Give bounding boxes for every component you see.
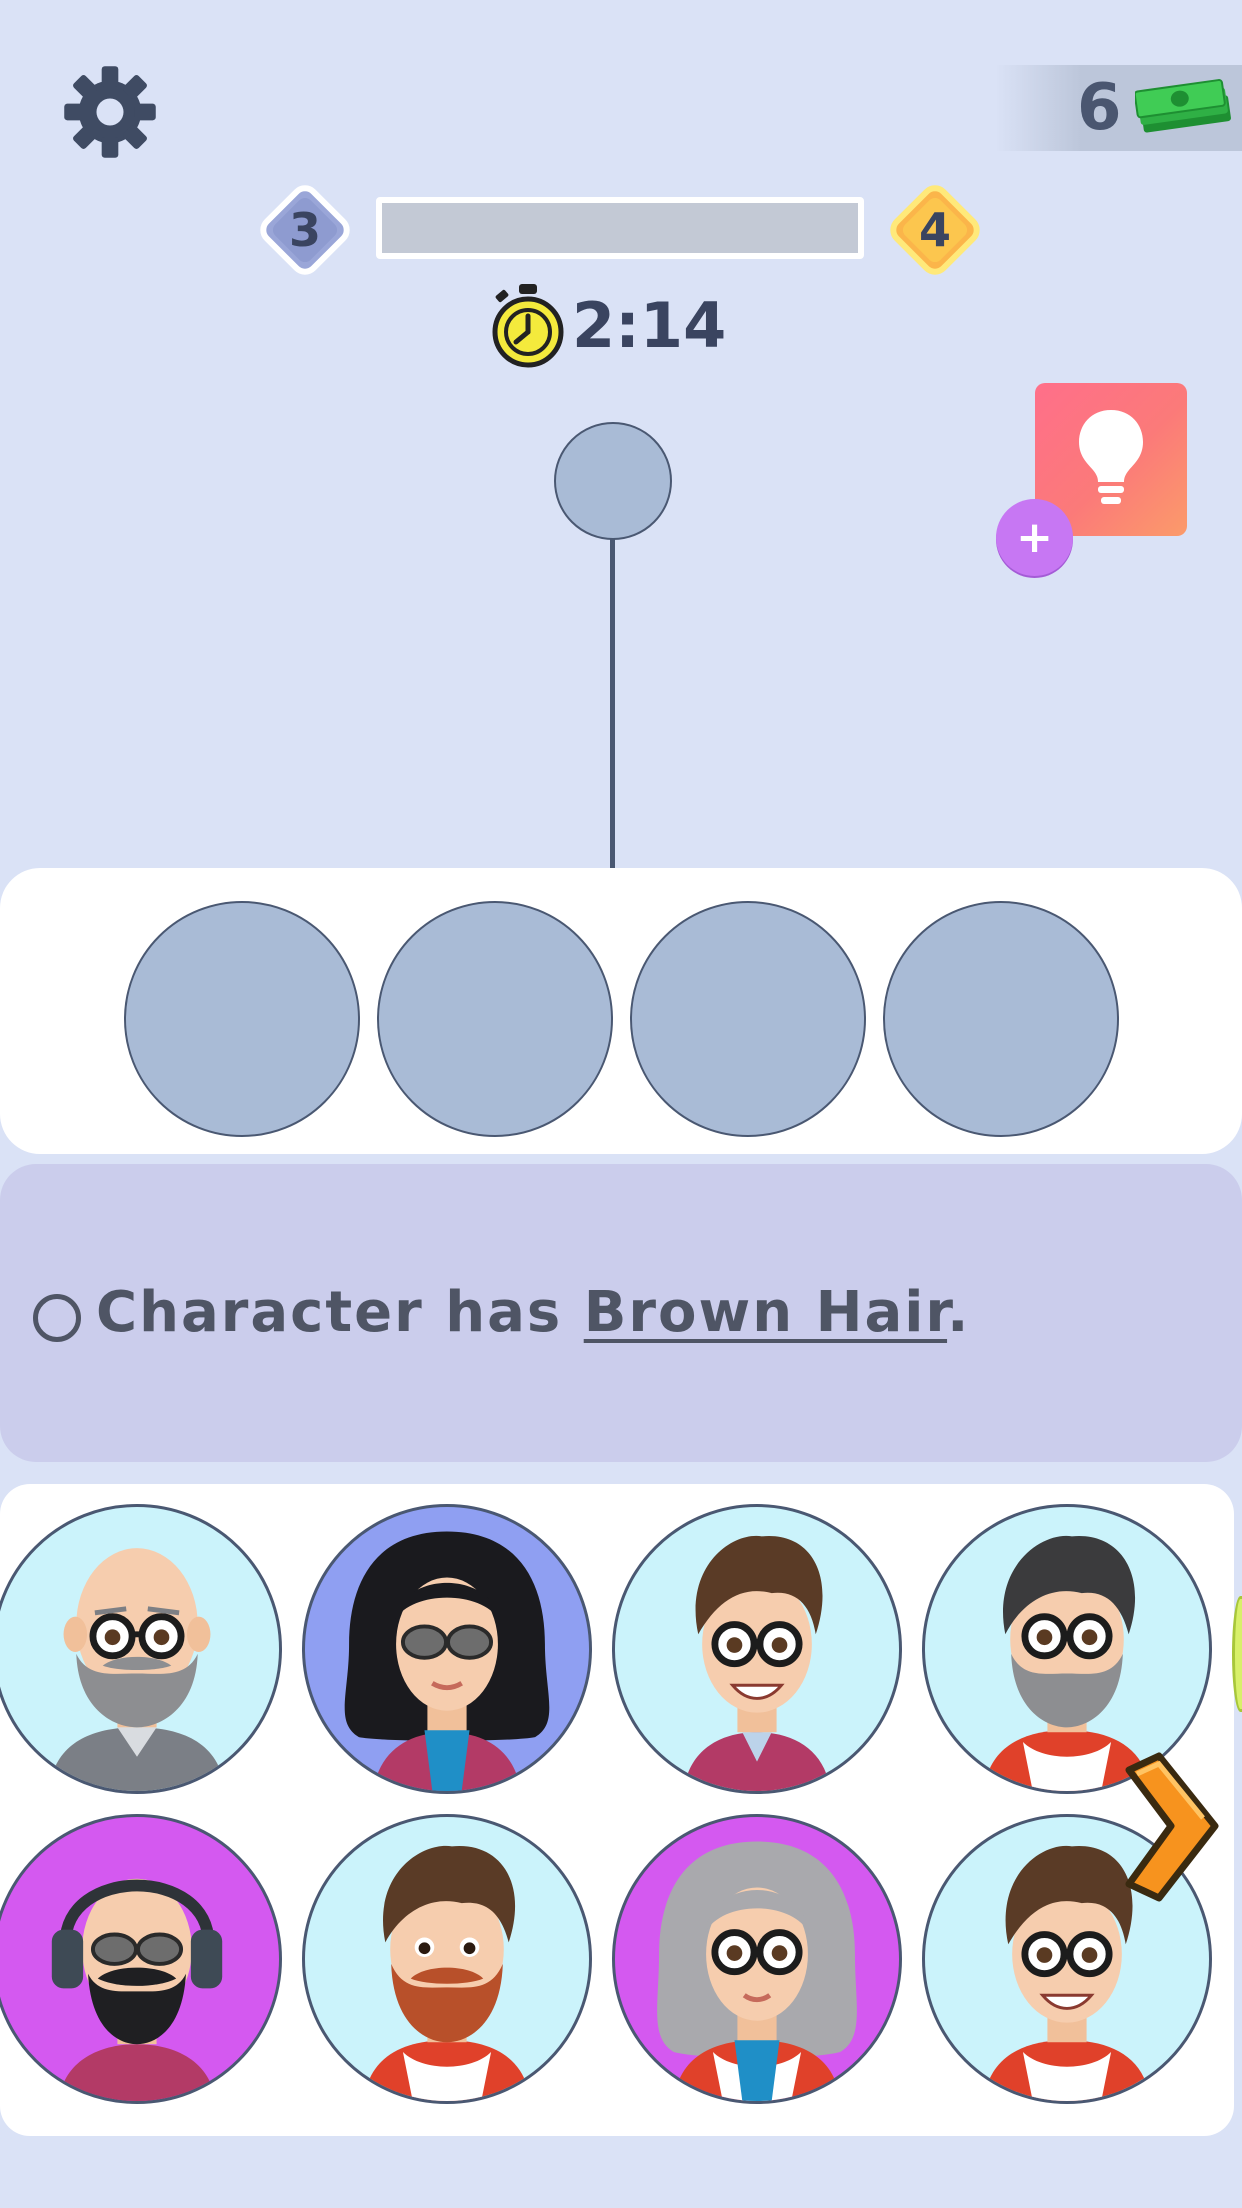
level-progress-bar (376, 197, 864, 259)
chevron-right-icon (1125, 1752, 1219, 1902)
current-level-number: 3 (288, 203, 321, 257)
character-brown-hair-red-beard[interactable] (302, 1814, 592, 2104)
answer-slot[interactable] (124, 901, 360, 1137)
next-level-number: 4 (918, 203, 951, 257)
timer: 2:14 (488, 280, 726, 370)
currency-count: 6 (1077, 71, 1122, 145)
character-bald-gray-beard[interactable] (0, 1504, 282, 1794)
timer-value: 2:14 (572, 288, 727, 362)
next-page-peek (1232, 1596, 1242, 1712)
lightbulb-icon (1079, 410, 1143, 504)
character-black-hair-woman[interactable] (302, 1504, 592, 1794)
gear-icon (64, 66, 156, 158)
clue-keyword: Brown Hair (583, 1280, 948, 1345)
next-level-badge: 4 (880, 175, 990, 285)
clue-suffix: . (947, 1280, 971, 1345)
character-bald-headphones[interactable] (0, 1814, 282, 2104)
add-hint-button[interactable]: + (996, 499, 1073, 576)
answer-slots-panel (0, 868, 1242, 1154)
stopwatch-icon (492, 284, 564, 368)
next-page-button[interactable] (1115, 1748, 1225, 1908)
current-level-badge: 3 (250, 175, 360, 285)
clue-status-circle-icon (33, 1294, 81, 1342)
answer-slot[interactable] (377, 901, 613, 1137)
cash-stack-icon (1135, 79, 1231, 133)
clue-prefix: Character has (96, 1280, 584, 1345)
settings-button[interactable] (58, 60, 162, 164)
clue-panel: Character has Brown Hair. (0, 1164, 1242, 1462)
pendulum-node (554, 422, 672, 540)
answer-slot[interactable] (630, 901, 866, 1137)
plus-icon: + (1016, 512, 1053, 563)
clue-text: Character has Brown Hair. (96, 1280, 970, 1345)
currency-display: 6 (995, 65, 1242, 151)
pendulum-string (610, 538, 615, 870)
character-gray-long-hair-woman[interactable] (612, 1814, 902, 2104)
answer-slot[interactable] (883, 901, 1119, 1137)
character-brown-hair-boy[interactable] (612, 1504, 902, 1794)
